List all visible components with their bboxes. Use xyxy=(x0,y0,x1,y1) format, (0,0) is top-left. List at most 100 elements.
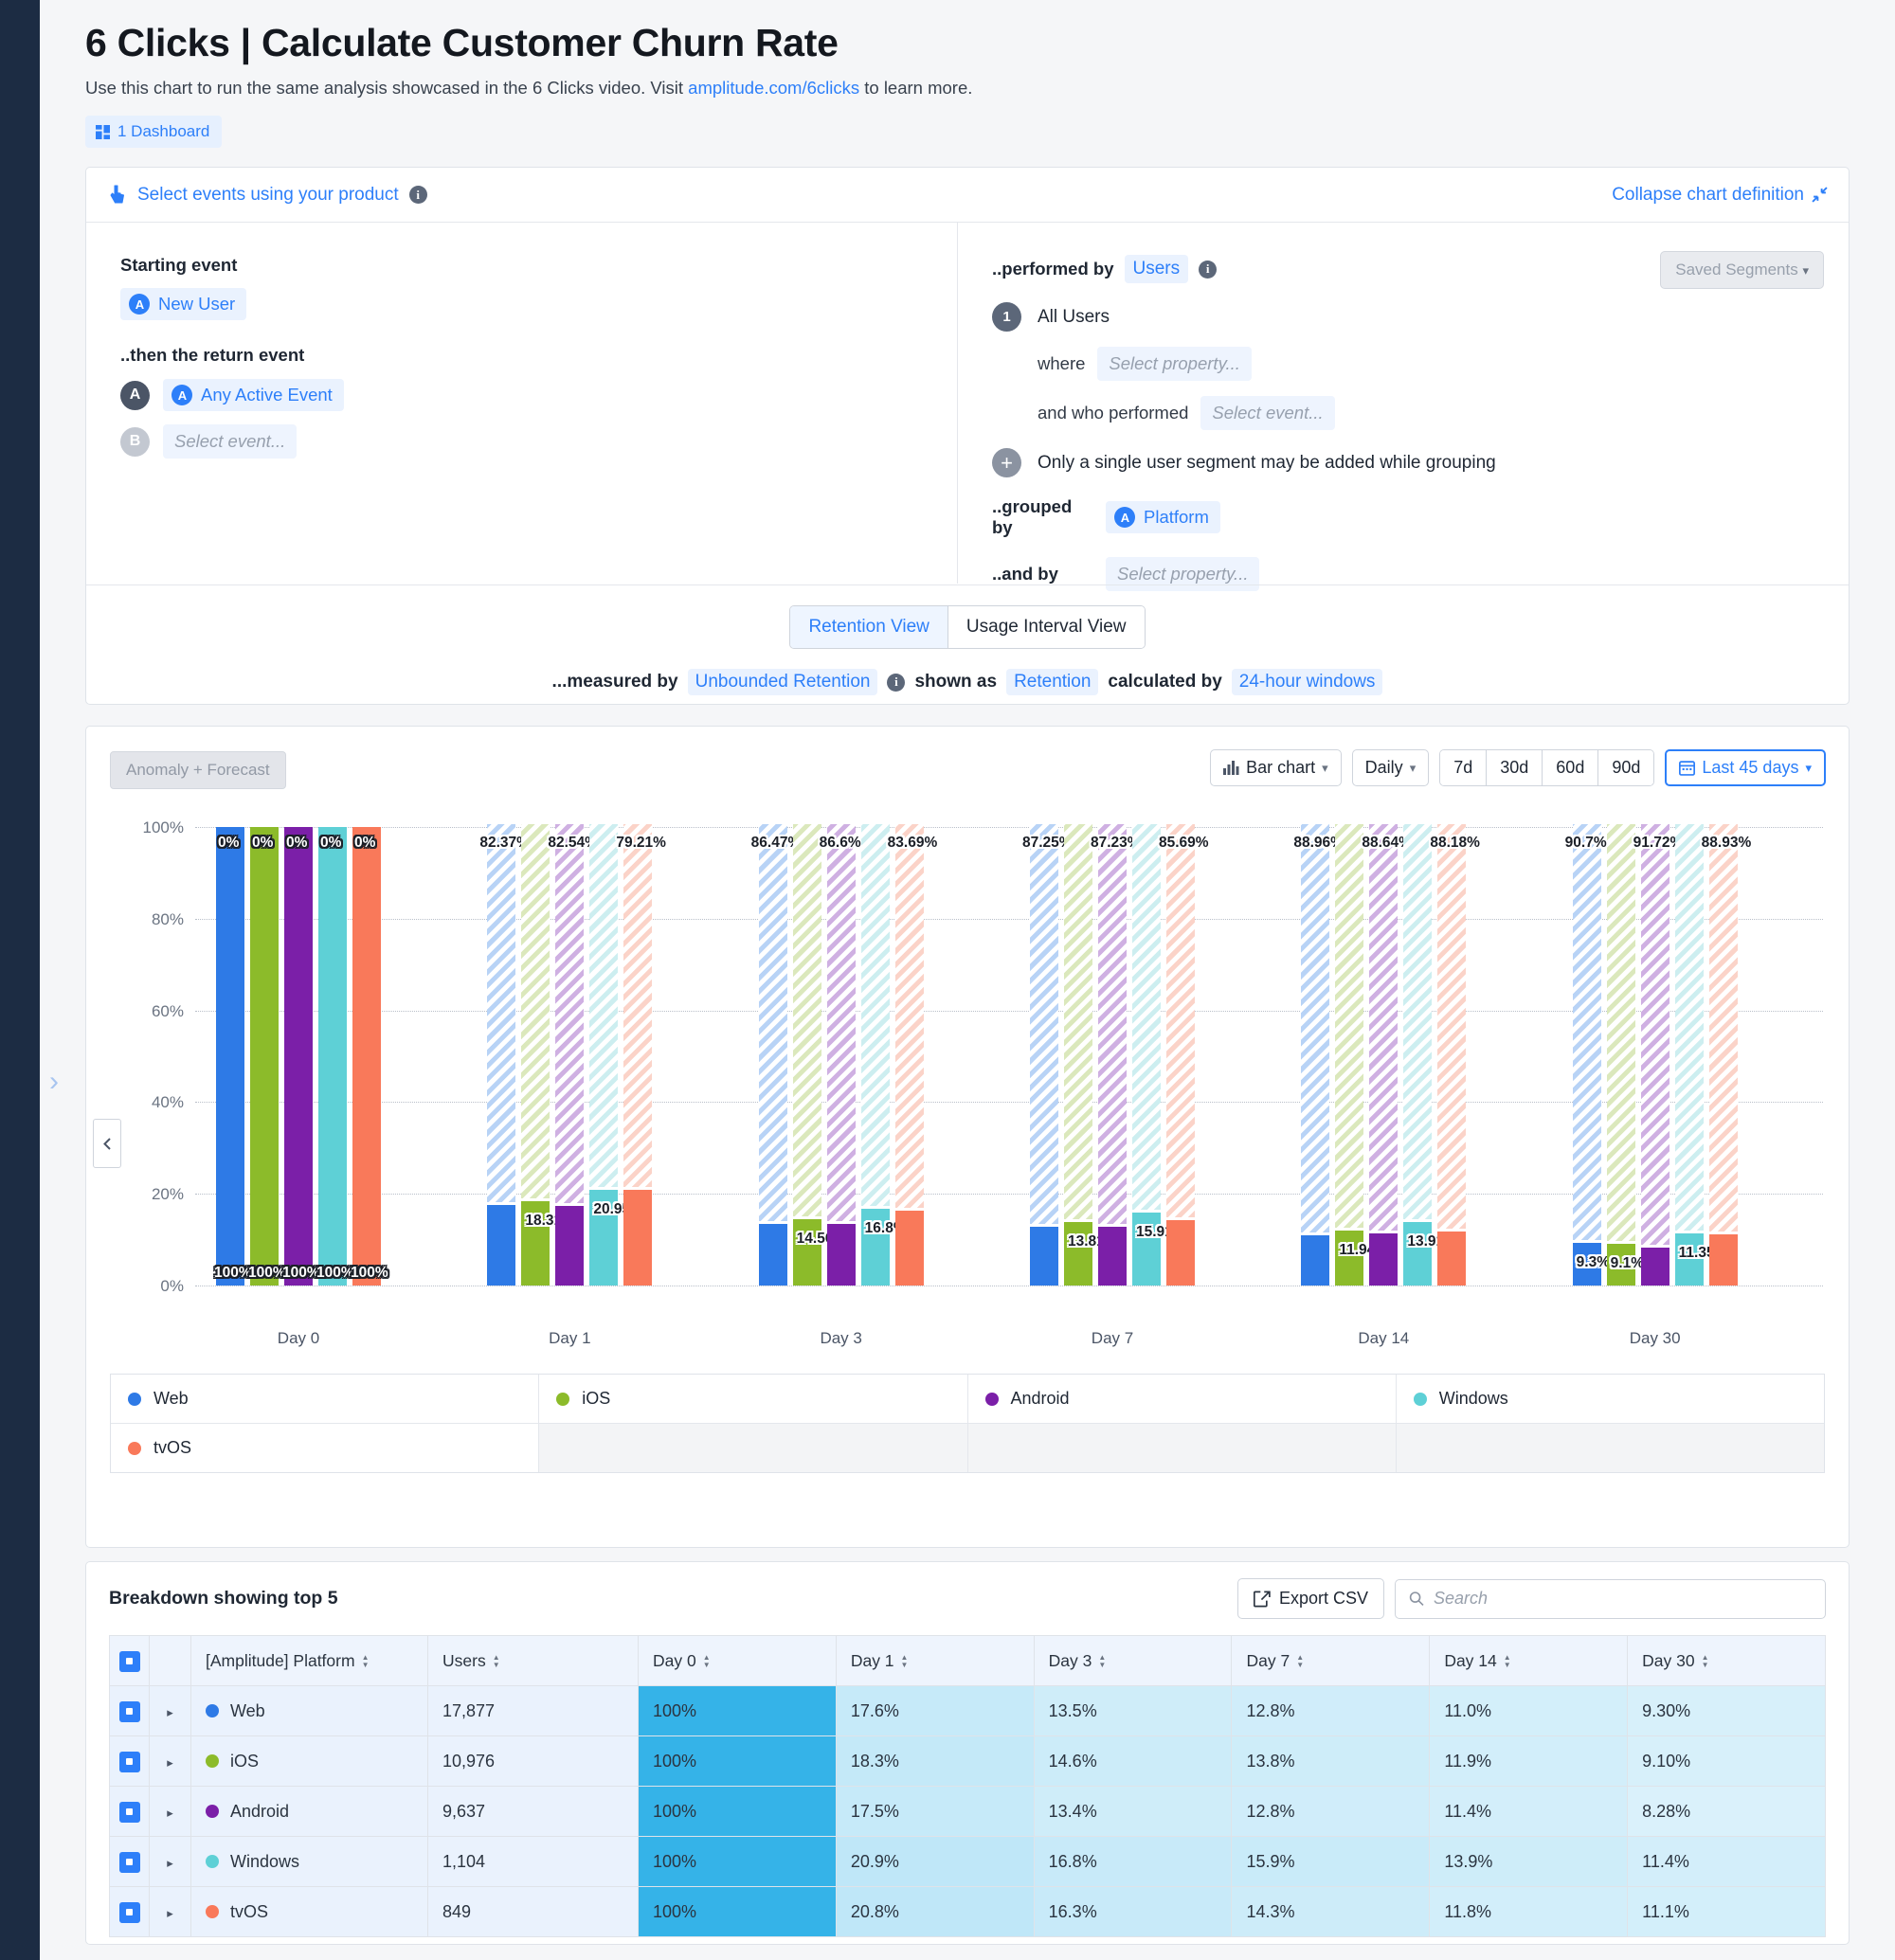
table-row[interactable]: ▸ Android 9,637 100% 17.5% 13.4% 12.8% 11.4% 8.2… xyxy=(109,1786,1826,1837)
table-row[interactable]: ▸ Web 17,877 100% 17.6% 13.5% 12.8% 11.0% 9.30% xyxy=(109,1685,1826,1736)
checkbox-icon[interactable] xyxy=(118,1751,140,1772)
bar-windows[interactable]: 13.91% xyxy=(1403,812,1457,1286)
search-input[interactable] xyxy=(1433,1589,1812,1609)
bar-ios[interactable]: 11.94% xyxy=(1335,812,1388,1286)
column-header-day-0[interactable]: Day 0 ▲ ▼ xyxy=(638,1635,837,1686)
bar-windows[interactable]: 0% 100% xyxy=(316,812,354,1286)
bar-ios[interactable]: 0% 100% xyxy=(248,812,286,1286)
expand-triangle-icon[interactable]: ▸ xyxy=(167,1806,173,1820)
column-header-day-1[interactable]: Day 1 ▲ ▼ xyxy=(835,1635,1035,1686)
range-button-60d[interactable]: 60d xyxy=(1543,750,1599,785)
shown-as-value[interactable]: Retention xyxy=(1006,669,1099,695)
table-row[interactable]: ▸ iOS 10,976 100% 18.3% 14.6% 13.8% 11.9% 9.10% xyxy=(109,1735,1826,1787)
column-header-day-7[interactable]: Day 7 ▲ ▼ xyxy=(1231,1635,1431,1686)
bar-android[interactable]: 88.64% xyxy=(1362,812,1412,1286)
checkbox-icon[interactable] xyxy=(118,1700,140,1722)
table-row[interactable]: ▸ Windows 1,104 100% 20.9% 16.8% 15.9% 13.9% 11.… xyxy=(109,1836,1826,1887)
tab-retention-view[interactable]: Retention View xyxy=(790,606,948,648)
row-expand-cell[interactable]: ▸ xyxy=(149,1685,191,1736)
legend-item-web[interactable]: Web xyxy=(111,1375,540,1424)
legend-item-tvos[interactable]: tvOS xyxy=(111,1424,540,1472)
bar-web[interactable]: 88.96% xyxy=(1293,812,1344,1286)
checkbox-icon[interactable] xyxy=(118,1851,140,1873)
expand-triangle-icon[interactable]: ▸ xyxy=(167,1755,173,1770)
plus-icon[interactable]: + xyxy=(992,448,1021,477)
row-checkbox-cell[interactable] xyxy=(109,1886,150,1937)
bar-tvos[interactable]: 79.21% xyxy=(616,812,666,1286)
select-all-header[interactable] xyxy=(109,1635,150,1686)
row-checkbox-cell[interactable] xyxy=(109,1735,150,1787)
row-checkbox-cell[interactable] xyxy=(109,1685,150,1736)
where-property-select[interactable]: Select property... xyxy=(1097,347,1252,381)
bar-tvos[interactable]: 88.93% xyxy=(1702,812,1751,1286)
range-button-7d[interactable]: 7d xyxy=(1440,750,1488,785)
bar-android[interactable]: 86.6% xyxy=(820,812,861,1286)
bar-ios[interactable]: 18.31% xyxy=(521,812,575,1286)
bar-web[interactable]: 0% 100% xyxy=(214,812,252,1286)
sort-icon[interactable]: ▲ ▼ xyxy=(703,1653,711,1669)
expand-triangle-icon[interactable]: ▸ xyxy=(167,1705,173,1719)
legend-item-windows[interactable]: Windows xyxy=(1396,1375,1824,1424)
expand-triangle-icon[interactable]: ▸ xyxy=(167,1906,173,1920)
collapse-chart-definition-button[interactable]: Collapse chart definition xyxy=(1612,185,1828,206)
bar-web[interactable]: 82.37% xyxy=(479,812,530,1286)
bar-windows[interactable]: 16.8% xyxy=(860,812,907,1286)
interval-button[interactable]: Daily ▾ xyxy=(1351,749,1430,786)
and-who-performed-select[interactable]: Select event... xyxy=(1200,396,1335,430)
row-checkbox-cell[interactable] xyxy=(109,1786,150,1837)
bar-tvos[interactable]: 0% 100% xyxy=(351,812,388,1286)
bar-ios[interactable]: 9.1% xyxy=(1606,812,1644,1286)
range-button-30d[interactable]: 30d xyxy=(1487,750,1543,785)
checkbox-icon[interactable] xyxy=(118,1801,140,1823)
search-box[interactable] xyxy=(1395,1578,1826,1619)
starting-event-chip[interactable]: A New User xyxy=(120,288,247,320)
bar-windows[interactable]: 20.95% xyxy=(589,812,643,1286)
bar-android[interactable]: 87.23% xyxy=(1091,812,1141,1286)
row-expand-cell[interactable]: ▸ xyxy=(149,1836,191,1887)
bar-web[interactable]: 90.7% 9.3% xyxy=(1565,812,1610,1286)
checkbox-icon[interactable] xyxy=(118,1650,140,1672)
bar-ios[interactable]: 14.56% xyxy=(792,812,846,1286)
info-icon[interactable]: i xyxy=(1199,260,1218,279)
return-event-b-select[interactable]: Select event... xyxy=(163,424,298,459)
bar-windows[interactable]: 15.91% xyxy=(1132,812,1186,1286)
column-header-amplitude-platform[interactable]: [Amplitude] Platform ▲ ▼ xyxy=(190,1635,428,1686)
bar-tvos[interactable]: 88.18% xyxy=(1430,812,1480,1286)
chart-scroll-left-button[interactable] xyxy=(93,1119,121,1168)
sort-icon[interactable]: ▲ ▼ xyxy=(1098,1653,1106,1669)
legend-item-android[interactable]: Android xyxy=(967,1375,1397,1424)
calculated-by-value[interactable]: 24-hour windows xyxy=(1231,669,1383,695)
sort-icon[interactable]: ▲ ▼ xyxy=(1504,1653,1511,1669)
bar-web[interactable]: 86.47% xyxy=(751,812,801,1286)
date-range-button[interactable]: Last 45 days ▾ xyxy=(1665,749,1826,786)
column-header-day-3[interactable]: Day 3 ▲ ▼ xyxy=(1033,1635,1233,1686)
info-icon[interactable]: i xyxy=(408,186,427,204)
tab-usage-interval-view[interactable]: Usage Interval View xyxy=(948,606,1145,648)
bar-ios[interactable]: 13.81% xyxy=(1064,812,1118,1286)
bar-web[interactable]: 87.25% xyxy=(1022,812,1073,1286)
sort-icon[interactable]: ▲ ▼ xyxy=(1296,1653,1304,1669)
saved-segments-button[interactable]: Saved Segments ▾ xyxy=(1660,251,1824,289)
checkbox-icon[interactable] xyxy=(118,1901,140,1923)
anomaly-forecast-button[interactable]: Anomaly + Forecast xyxy=(110,751,286,789)
row-checkbox-cell[interactable] xyxy=(109,1836,150,1887)
column-header-day-30[interactable]: Day 30 ▲ ▼ xyxy=(1627,1635,1826,1686)
chart-type-button[interactable]: Bar chart ▾ xyxy=(1210,749,1342,786)
segment-name[interactable]: All Users xyxy=(1038,307,1110,328)
performed-by-value[interactable]: Users xyxy=(1124,255,1189,283)
return-event-a-chip[interactable]: A Any Active Event xyxy=(163,379,344,411)
bar-android[interactable]: 0% 100% xyxy=(282,812,320,1286)
bar-android[interactable]: 82.54% xyxy=(548,812,598,1286)
sort-icon[interactable]: ▲ ▼ xyxy=(493,1653,500,1669)
expand-triangle-icon[interactable]: ▸ xyxy=(167,1856,173,1870)
sort-icon[interactable]: ▲ ▼ xyxy=(1702,1653,1709,1669)
sort-icon[interactable]: ▲ ▼ xyxy=(901,1653,909,1669)
measured-by-value[interactable]: Unbounded Retention xyxy=(687,669,878,695)
bar-windows[interactable]: 11.35% xyxy=(1674,812,1727,1286)
row-expand-cell[interactable]: ▸ xyxy=(149,1886,191,1937)
table-row[interactable]: ▸ tvOS 849 100% 20.8% 16.3% 14.3% 11.8% 11.1% xyxy=(109,1886,1826,1937)
row-expand-cell[interactable]: ▸ xyxy=(149,1786,191,1837)
sort-icon[interactable]: ▲ ▼ xyxy=(362,1653,370,1669)
legend-item-ios[interactable]: iOS xyxy=(539,1375,968,1424)
range-button-90d[interactable]: 90d xyxy=(1598,750,1654,785)
